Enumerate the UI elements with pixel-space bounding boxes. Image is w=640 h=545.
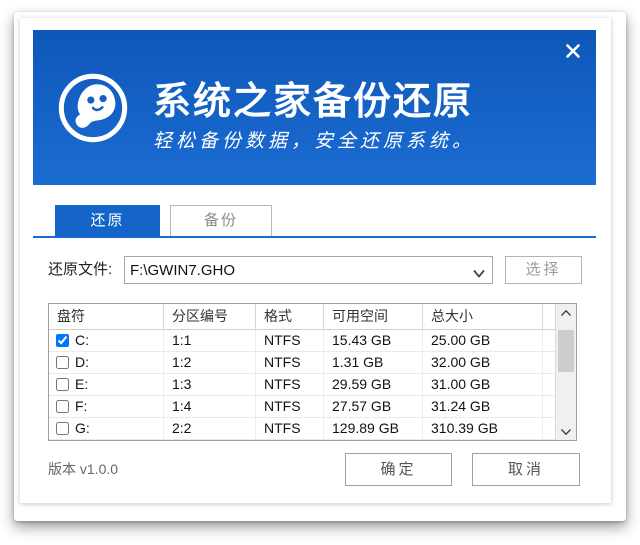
free-space-cell: 1.31 GB	[324, 352, 423, 374]
filler-cell	[543, 330, 555, 352]
scroll-up-icon[interactable]	[556, 304, 576, 321]
partition-cell: 1:2	[164, 352, 256, 374]
column-header-total[interactable]: 总大小	[423, 304, 543, 330]
free-space-cell: 27.57 GB	[324, 396, 423, 418]
table-scrollbar[interactable]	[555, 304, 576, 440]
drive-label: E:	[75, 374, 88, 395]
filler-cell	[543, 418, 555, 440]
total-size-cell: 25.00 GB	[423, 330, 543, 352]
total-size-cell: 31.24 GB	[423, 396, 543, 418]
table-row[interactable]: C: 1:1 NTFS 15.43 GB 25.00 GB	[49, 330, 555, 352]
partition-cell: 2:2	[164, 418, 256, 440]
table-row[interactable]: E: 1:3 NTFS 29.59 GB 31.00 GB	[49, 374, 555, 396]
filler-cell	[543, 396, 555, 418]
drive-label: F:	[75, 396, 87, 417]
close-button[interactable]	[560, 40, 586, 66]
format-cell: NTFS	[256, 330, 324, 352]
app-window: 系统之家备份还原 轻松备份数据，安全还原系统。 还原 备份 还原文件: F:\G…	[14, 12, 626, 521]
table-row[interactable]: D: 1:2 NTFS 1.31 GB 32.00 GB	[49, 352, 555, 374]
partition-cell: 1:1	[164, 330, 256, 352]
column-header-drive[interactable]: 盘符	[49, 304, 164, 330]
close-icon	[565, 43, 581, 64]
format-cell: NTFS	[256, 352, 324, 374]
partition-cell: 1:3	[164, 374, 256, 396]
drive-label: C:	[75, 330, 89, 351]
column-header-filler	[543, 304, 555, 330]
app-panel: 系统之家备份还原 轻松备份数据，安全还原系统。 还原 备份 还原文件: F:\G…	[20, 18, 611, 503]
restore-file-value: F:\GWIN7.GHO	[130, 262, 235, 279]
cancel-button[interactable]: 取消	[472, 453, 580, 486]
drive-checkbox[interactable]	[56, 356, 69, 369]
table-header-row: 盘符 分区编号 格式 可用空间 总大小	[49, 304, 555, 330]
drive-checkbox[interactable]	[56, 422, 69, 435]
free-space-cell: 129.89 GB	[324, 418, 423, 440]
table-row[interactable]: G: 2:2 NTFS 129.89 GB 310.39 GB	[49, 418, 555, 440]
total-size-cell: 32.00 GB	[423, 352, 543, 374]
column-header-free[interactable]: 可用空间	[324, 304, 423, 330]
format-cell: NTFS	[256, 418, 324, 440]
restore-file-combobox[interactable]: F:\GWIN7.GHO	[124, 256, 493, 284]
free-space-cell: 15.43 GB	[324, 330, 423, 352]
drive-label: G:	[75, 418, 90, 439]
version-label: 版本 v1.0.0	[48, 453, 118, 486]
app-header: 系统之家备份还原 轻松备份数据，安全还原系统。	[33, 30, 596, 185]
select-file-button[interactable]: 选择	[505, 256, 582, 284]
restore-file-label: 还原文件:	[48, 256, 112, 284]
filler-cell	[543, 374, 555, 396]
drive-checkbox[interactable]	[56, 400, 69, 413]
filler-cell	[543, 352, 555, 374]
total-size-cell: 31.00 GB	[423, 374, 543, 396]
format-cell: NTFS	[256, 374, 324, 396]
tab-restore[interactable]: 还原	[55, 205, 160, 236]
app-subtitle: 轻松备份数据，安全还原系统。	[153, 126, 475, 153]
chevron-down-icon	[473, 265, 485, 283]
partition-cell: 1:4	[164, 396, 256, 418]
format-cell: NTFS	[256, 396, 324, 418]
ok-button[interactable]: 确定	[345, 453, 452, 486]
drive-checkbox[interactable]	[56, 378, 69, 391]
column-header-partition[interactable]: 分区编号	[164, 304, 256, 330]
free-space-cell: 29.59 GB	[324, 374, 423, 396]
app-title: 系统之家备份还原	[153, 70, 473, 125]
scrollbar-thumb[interactable]	[558, 330, 574, 372]
drive-checkbox[interactable]	[56, 334, 69, 347]
partition-table: 盘符 分区编号 格式 可用空间 总大小 C: 1:1 NTFS	[48, 303, 577, 441]
ghost-logo-icon	[57, 72, 129, 144]
tab-underline	[33, 236, 596, 238]
table-row[interactable]: F: 1:4 NTFS 27.57 GB 31.24 GB	[49, 396, 555, 418]
screenshot-root: 系统之家备份还原 轻松备份数据，安全还原系统。 还原 备份 还原文件: F:\G…	[0, 0, 640, 545]
total-size-cell: 310.39 GB	[423, 418, 543, 440]
scroll-down-icon[interactable]	[556, 423, 576, 440]
tab-backup[interactable]: 备份	[170, 205, 272, 236]
column-header-format[interactable]: 格式	[256, 304, 324, 330]
drive-label: D:	[75, 352, 89, 373]
